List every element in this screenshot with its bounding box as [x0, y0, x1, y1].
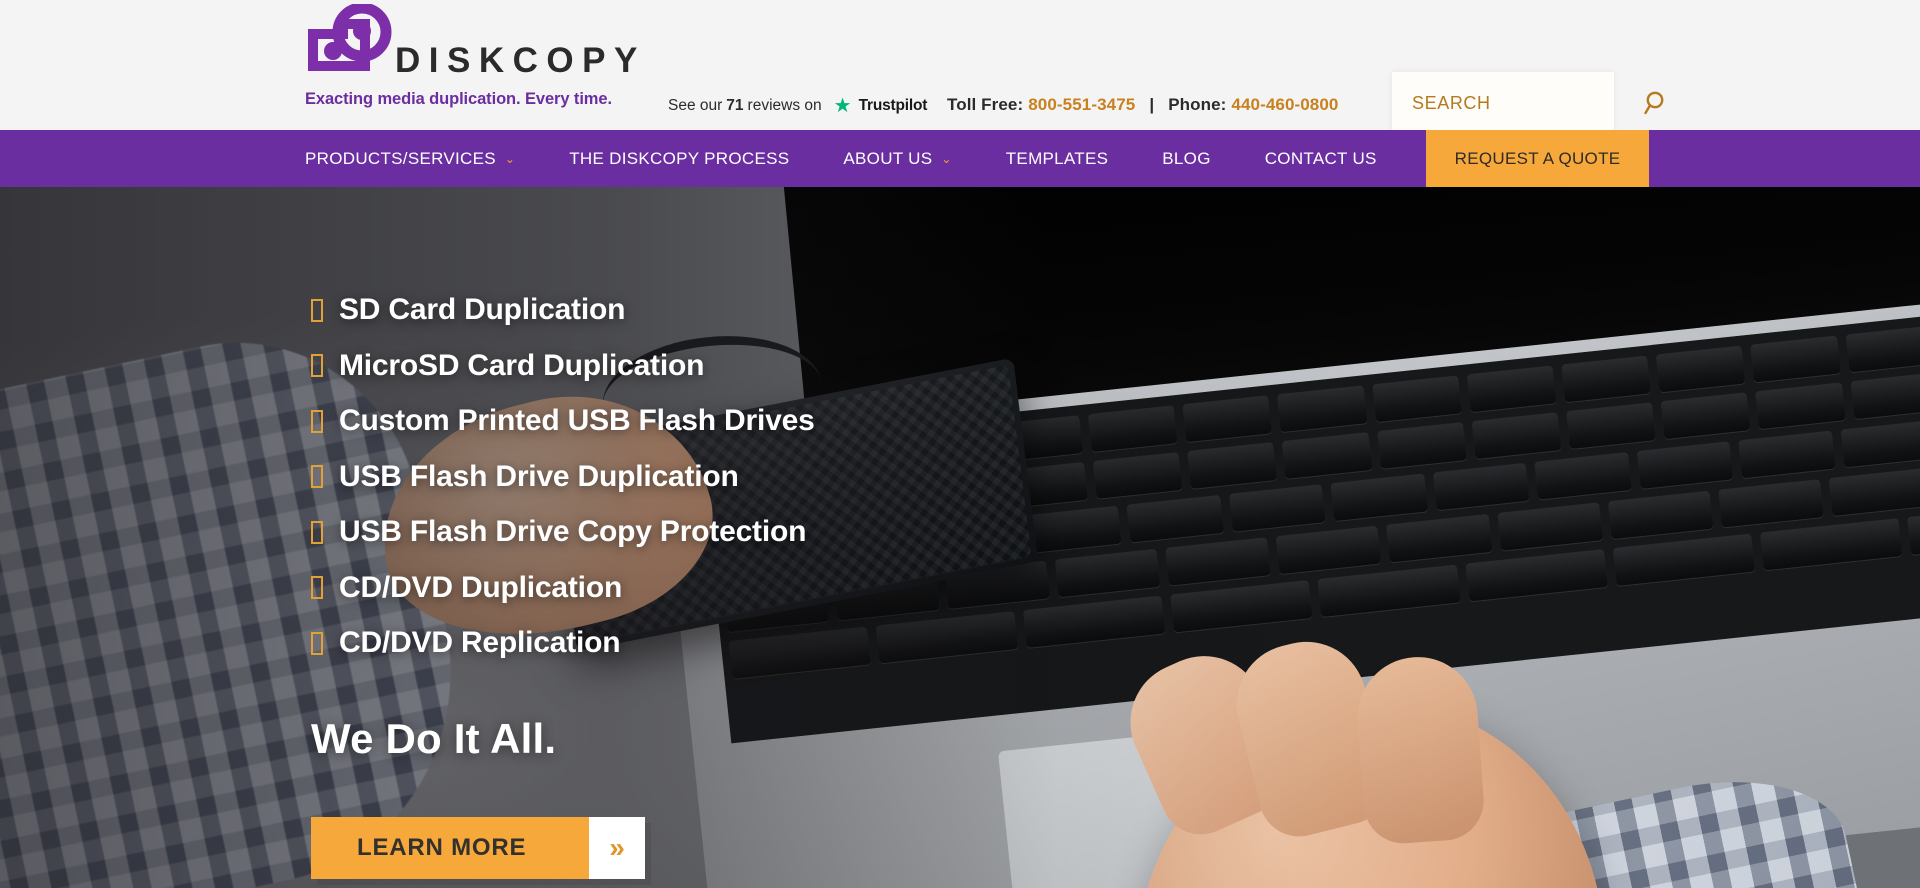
nav-item-the-diskcopy-process[interactable]: THE DISKCOPY PROCESS [542, 130, 816, 187]
nav-label: BLOG [1162, 148, 1211, 168]
trustpilot-rating[interactable]: See our 71 reviews on ★ Trustpilot [668, 96, 927, 116]
bullet-box-icon [311, 520, 323, 544]
logo-block[interactable]: DISKCOPY Exacting media duplication. Eve… [305, 2, 637, 109]
trustpilot-middle: reviews on [747, 97, 822, 114]
search-icon[interactable] [1644, 90, 1670, 116]
contact-separator: | [1149, 95, 1155, 114]
search-box[interactable] [1392, 72, 1664, 134]
service-label: Custom Printed USB Flash Drives [339, 404, 815, 437]
nav-label: ABOUT US [843, 148, 933, 168]
chevron-down-icon: ⌄ [504, 151, 516, 166]
search-input[interactable] [1412, 92, 1644, 114]
list-item[interactable]: MicroSD Card Duplication [311, 349, 1211, 383]
bullet-box-icon [311, 354, 323, 377]
hero-services-list: SD Card Duplication MicroSD Card Duplica… [311, 293, 1211, 660]
bullet-box-icon [311, 631, 323, 655]
logo-row: DISKCOPY [305, 2, 637, 84]
trustpilot-brand: Trustpilot [858, 97, 928, 114]
double-chevron-right-icon[interactable]: » [589, 817, 645, 879]
hero-heading: We Do It All. [311, 715, 557, 762]
list-item[interactable]: CD/DVD Replication [311, 626, 1211, 660]
chevron-down-icon: ⌄ [941, 151, 952, 166]
request-a-quote-button[interactable]: REQUEST A QUOTE [1425, 130, 1650, 187]
tollfree-number[interactable]: 800-551-3475 [1028, 95, 1135, 114]
tollfree-label: Toll Free: [947, 95, 1024, 114]
phone-number[interactable]: 440-460-0800 [1231, 95, 1338, 114]
service-label: MicroSD Card Duplication [339, 348, 705, 382]
list-item[interactable]: CD/DVD Duplication [311, 571, 1211, 605]
list-item[interactable]: SD Card Duplication [311, 293, 1211, 327]
site-header: DISKCOPY Exacting media duplication. Eve… [0, 0, 1920, 134]
nav-item-products-services[interactable]: PRODUCTS/SERVICES ⌄ [305, 130, 542, 187]
hero-section: SD Card Duplication MicroSD Card Duplica… [0, 187, 1920, 888]
nav-label: CONTACT US [1264, 148, 1377, 168]
service-label: USB Flash Drive Copy Protection [339, 515, 807, 548]
nav-label: TEMPLATES [1005, 148, 1109, 168]
list-item[interactable]: USB Flash Drive Duplication [311, 460, 1211, 494]
diskcopy-logo-icon [305, 2, 393, 84]
learn-more-cta[interactable]: LEARN MORE » [311, 817, 645, 879]
service-label: CD/DVD Duplication [339, 570, 623, 604]
bullet-box-icon [311, 576, 323, 599]
nav-item-contact-us[interactable]: CONTACT US [1238, 130, 1404, 187]
hero-content: SD Card Duplication MicroSD Card Duplica… [311, 187, 1211, 888]
service-label: SD Card Duplication [339, 293, 626, 326]
nav-item-about-us[interactable]: ABOUT US ⌄ [816, 130, 978, 187]
learn-more-button[interactable]: LEARN MORE [311, 817, 589, 879]
bullet-box-icon [311, 465, 323, 488]
bullet-box-icon [311, 298, 323, 322]
trustpilot-star-icon: ★ [833, 95, 852, 117]
list-item[interactable]: USB Flash Drive Copy Protection [311, 515, 1211, 549]
service-label: USB Flash Drive Duplication [339, 459, 739, 493]
service-label: CD/DVD Replication [339, 626, 621, 659]
nav-item-blog[interactable]: BLOG [1135, 130, 1237, 187]
contact-numbers: Toll Free: 800-551-3475 | Phone: 440-460-080… [947, 95, 1338, 115]
nav-label: THE DISKCOPY PROCESS [569, 148, 790, 168]
list-item[interactable]: Custom Printed USB Flash Drives [311, 404, 1211, 438]
main-navigation: PRODUCTS/SERVICES ⌄ THE DISKCOPY PROCESS… [0, 130, 1920, 187]
nav-label: PRODUCTS/SERVICES [305, 148, 496, 168]
trustpilot-prefix: See our [668, 97, 723, 114]
phone-label: Phone: [1168, 95, 1227, 114]
logo-tagline: Exacting media duplication. Every time. [305, 90, 612, 108]
bullet-box-icon [311, 409, 323, 433]
nav-item-templates[interactable]: TEMPLATES [979, 130, 1136, 187]
logo-wordmark: DISKCOPY [395, 41, 646, 80]
trustpilot-review-count: 71 [726, 97, 744, 114]
